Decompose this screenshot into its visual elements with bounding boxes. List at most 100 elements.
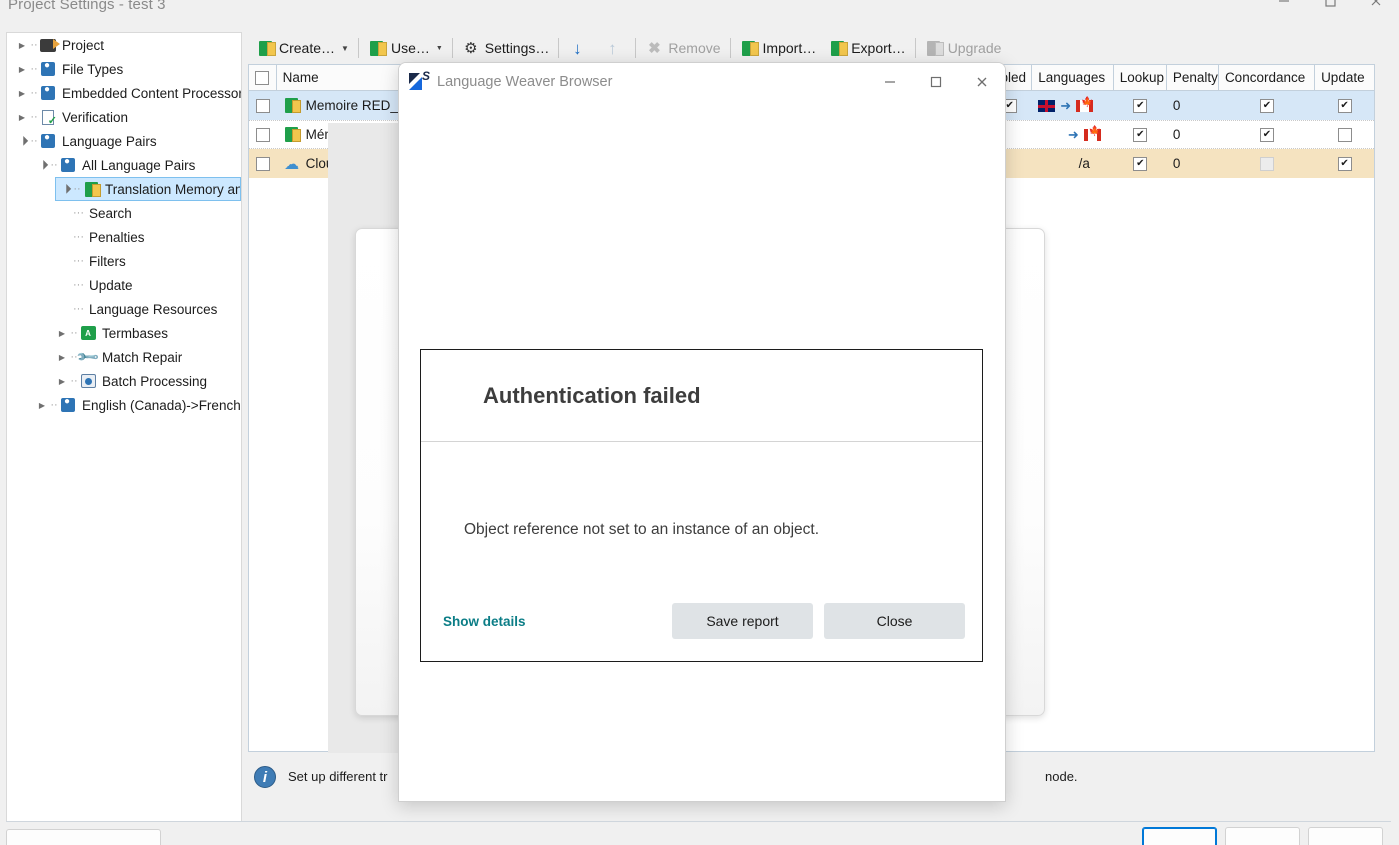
chevron-right-icon[interactable] [15, 105, 29, 129]
row-select-cell[interactable] [249, 91, 277, 120]
remove-icon: ✖ [645, 39, 663, 57]
cell-lookup[interactable] [1114, 121, 1167, 148]
column-header-update[interactable]: Update [1315, 65, 1374, 90]
cell-name-text: Memoire RED_e [306, 98, 406, 113]
chevron-down-icon[interactable]: ▼ [436, 45, 443, 52]
sidebar-item-embedded-content-processor[interactable]: ·· Embedded Content Processor [7, 81, 241, 105]
chevron-right-icon[interactable] [15, 81, 29, 105]
import-button[interactable]: Import… [734, 35, 823, 61]
column-header-languages[interactable]: Languages [1032, 65, 1113, 90]
remove-button-label: Remove [668, 40, 720, 56]
close-button[interactable]: Close [824, 603, 965, 639]
select-all-checkbox[interactable] [255, 71, 269, 85]
sidebar-item-project[interactable]: ·· Project [7, 33, 241, 57]
chevron-right-icon[interactable] [55, 369, 69, 393]
row-checkbox[interactable] [256, 157, 270, 171]
chevron-down-icon[interactable] [35, 153, 49, 177]
column-header-penalty[interactable]: Penalty [1167, 65, 1219, 90]
cell-concordance[interactable] [1219, 91, 1315, 120]
settings-tree-panel[interactable]: ·· Project ·· File Types ·· Embedded Con… [6, 32, 242, 822]
lookup-checkbox[interactable] [1133, 99, 1147, 113]
row-select-cell[interactable] [249, 121, 277, 148]
update-checkbox[interactable] [1338, 157, 1352, 171]
arrow-right-icon: ➜ [1068, 127, 1079, 143]
settings-button[interactable]: ⚙ Settings… [456, 35, 556, 61]
cell-update[interactable] [1315, 121, 1374, 148]
cell-concordance[interactable] [1219, 121, 1315, 148]
canada-flag-icon [1076, 100, 1093, 112]
sidebar-item-verification[interactable]: ·· Verification [7, 105, 241, 129]
ok-button[interactable] [1142, 827, 1217, 845]
lw-window-title: Language Weaver Browser [437, 74, 612, 90]
select-all-header[interactable] [249, 65, 277, 90]
sidebar-item-termbases[interactable]: ·· Termbases [7, 321, 241, 345]
sidebar-item-filters[interactable]: ··· Filters [7, 249, 241, 273]
toolbar-separator [558, 38, 559, 58]
sidebar-item-batch-processing[interactable]: ·· Batch Processing [7, 369, 241, 393]
authentication-failed-dialog[interactable]: Authentication failed Object reference n… [420, 349, 983, 662]
lw-window-controls [867, 63, 1005, 101]
sidebar-item-all-language-pairs[interactable]: ·· All Language Pairs [7, 153, 241, 177]
project-icon [39, 36, 57, 54]
column-header-lookup[interactable]: Lookup [1114, 65, 1167, 90]
help-button[interactable] [1308, 827, 1383, 845]
export-button-label: Export… [851, 40, 905, 56]
cell-lookup[interactable] [1114, 149, 1167, 178]
row-select-cell[interactable] [249, 149, 277, 178]
save-report-button[interactable]: Save report [672, 603, 813, 639]
tree-guide: ·· [49, 400, 59, 411]
close-icon[interactable] [1353, 0, 1399, 16]
maximize-icon[interactable] [913, 63, 959, 101]
lw-title-bar[interactable]: S Language Weaver Browser [399, 63, 1005, 101]
bottom-left-field[interactable] [6, 829, 161, 845]
chevron-right-icon[interactable] [15, 57, 29, 81]
cell-update[interactable] [1315, 91, 1374, 120]
cell-lookup[interactable] [1114, 91, 1167, 120]
chevron-down-icon[interactable] [58, 177, 72, 201]
tree-guide: ·· [69, 376, 79, 387]
chevron-right-icon[interactable] [55, 345, 69, 369]
chevron-right-icon[interactable] [35, 393, 49, 417]
sidebar-item-translation-memory[interactable]: ·· Translation Memory and [55, 177, 241, 201]
lookup-checkbox[interactable] [1133, 157, 1147, 171]
show-details-link[interactable]: Show details [443, 614, 526, 629]
update-checkbox[interactable] [1338, 128, 1352, 142]
export-button[interactable]: Export… [822, 35, 911, 61]
use-button[interactable]: Use… ▼ [362, 35, 449, 61]
chevron-right-icon[interactable] [55, 321, 69, 345]
tree-guide: ·· [29, 40, 39, 51]
sidebar-item-search[interactable]: ··· Search [7, 201, 241, 225]
sidebar-item-label: Penalties [89, 230, 145, 245]
sidebar-item-update[interactable]: ··· Update [7, 273, 241, 297]
cancel-button[interactable] [1225, 827, 1300, 845]
chevron-down-icon[interactable]: ▼ [341, 44, 349, 53]
sidebar-item-penalties[interactable]: ··· Penalties [7, 225, 241, 249]
sidebar-item-match-repair[interactable]: ·· 🔧 Match Repair [7, 345, 241, 369]
sidebar-item-file-types[interactable]: ·· File Types [7, 57, 241, 81]
create-button[interactable]: Create… ▼ [250, 35, 355, 61]
update-checkbox[interactable] [1338, 99, 1352, 113]
uk-flag-icon [1038, 100, 1055, 112]
sidebar-item-language-pairs[interactable]: ·· Language Pairs [7, 129, 241, 153]
concordance-checkbox[interactable] [1260, 128, 1274, 142]
language-weaver-icon: S [409, 72, 429, 92]
language-weaver-browser-window[interactable]: S Language Weaver Browser Authentication [398, 62, 1006, 802]
lookup-checkbox[interactable] [1133, 128, 1147, 142]
sidebar-item-english-canada-french[interactable]: ·· English (Canada)->French ( [7, 393, 241, 417]
translation-memory-icon [82, 180, 100, 198]
concordance-checkbox[interactable] [1260, 99, 1274, 113]
cell-update[interactable] [1315, 149, 1374, 178]
row-checkbox[interactable] [256, 128, 270, 142]
move-down-button[interactable]: ↓ [562, 35, 597, 61]
language-pairs-icon [39, 132, 57, 150]
chevron-right-icon[interactable] [15, 33, 29, 57]
sidebar-item-language-resources[interactable]: ··· Language Resources [7, 297, 241, 321]
chevron-down-icon[interactable] [15, 129, 29, 153]
maximize-icon[interactable] [1307, 0, 1353, 16]
minimize-icon[interactable] [867, 63, 913, 101]
dialog-header: Authentication failed [421, 350, 982, 442]
row-checkbox[interactable] [256, 99, 270, 113]
column-header-concordance[interactable]: Concordance [1219, 65, 1315, 90]
close-icon[interactable] [959, 63, 1005, 101]
minimize-icon[interactable] [1261, 0, 1307, 16]
